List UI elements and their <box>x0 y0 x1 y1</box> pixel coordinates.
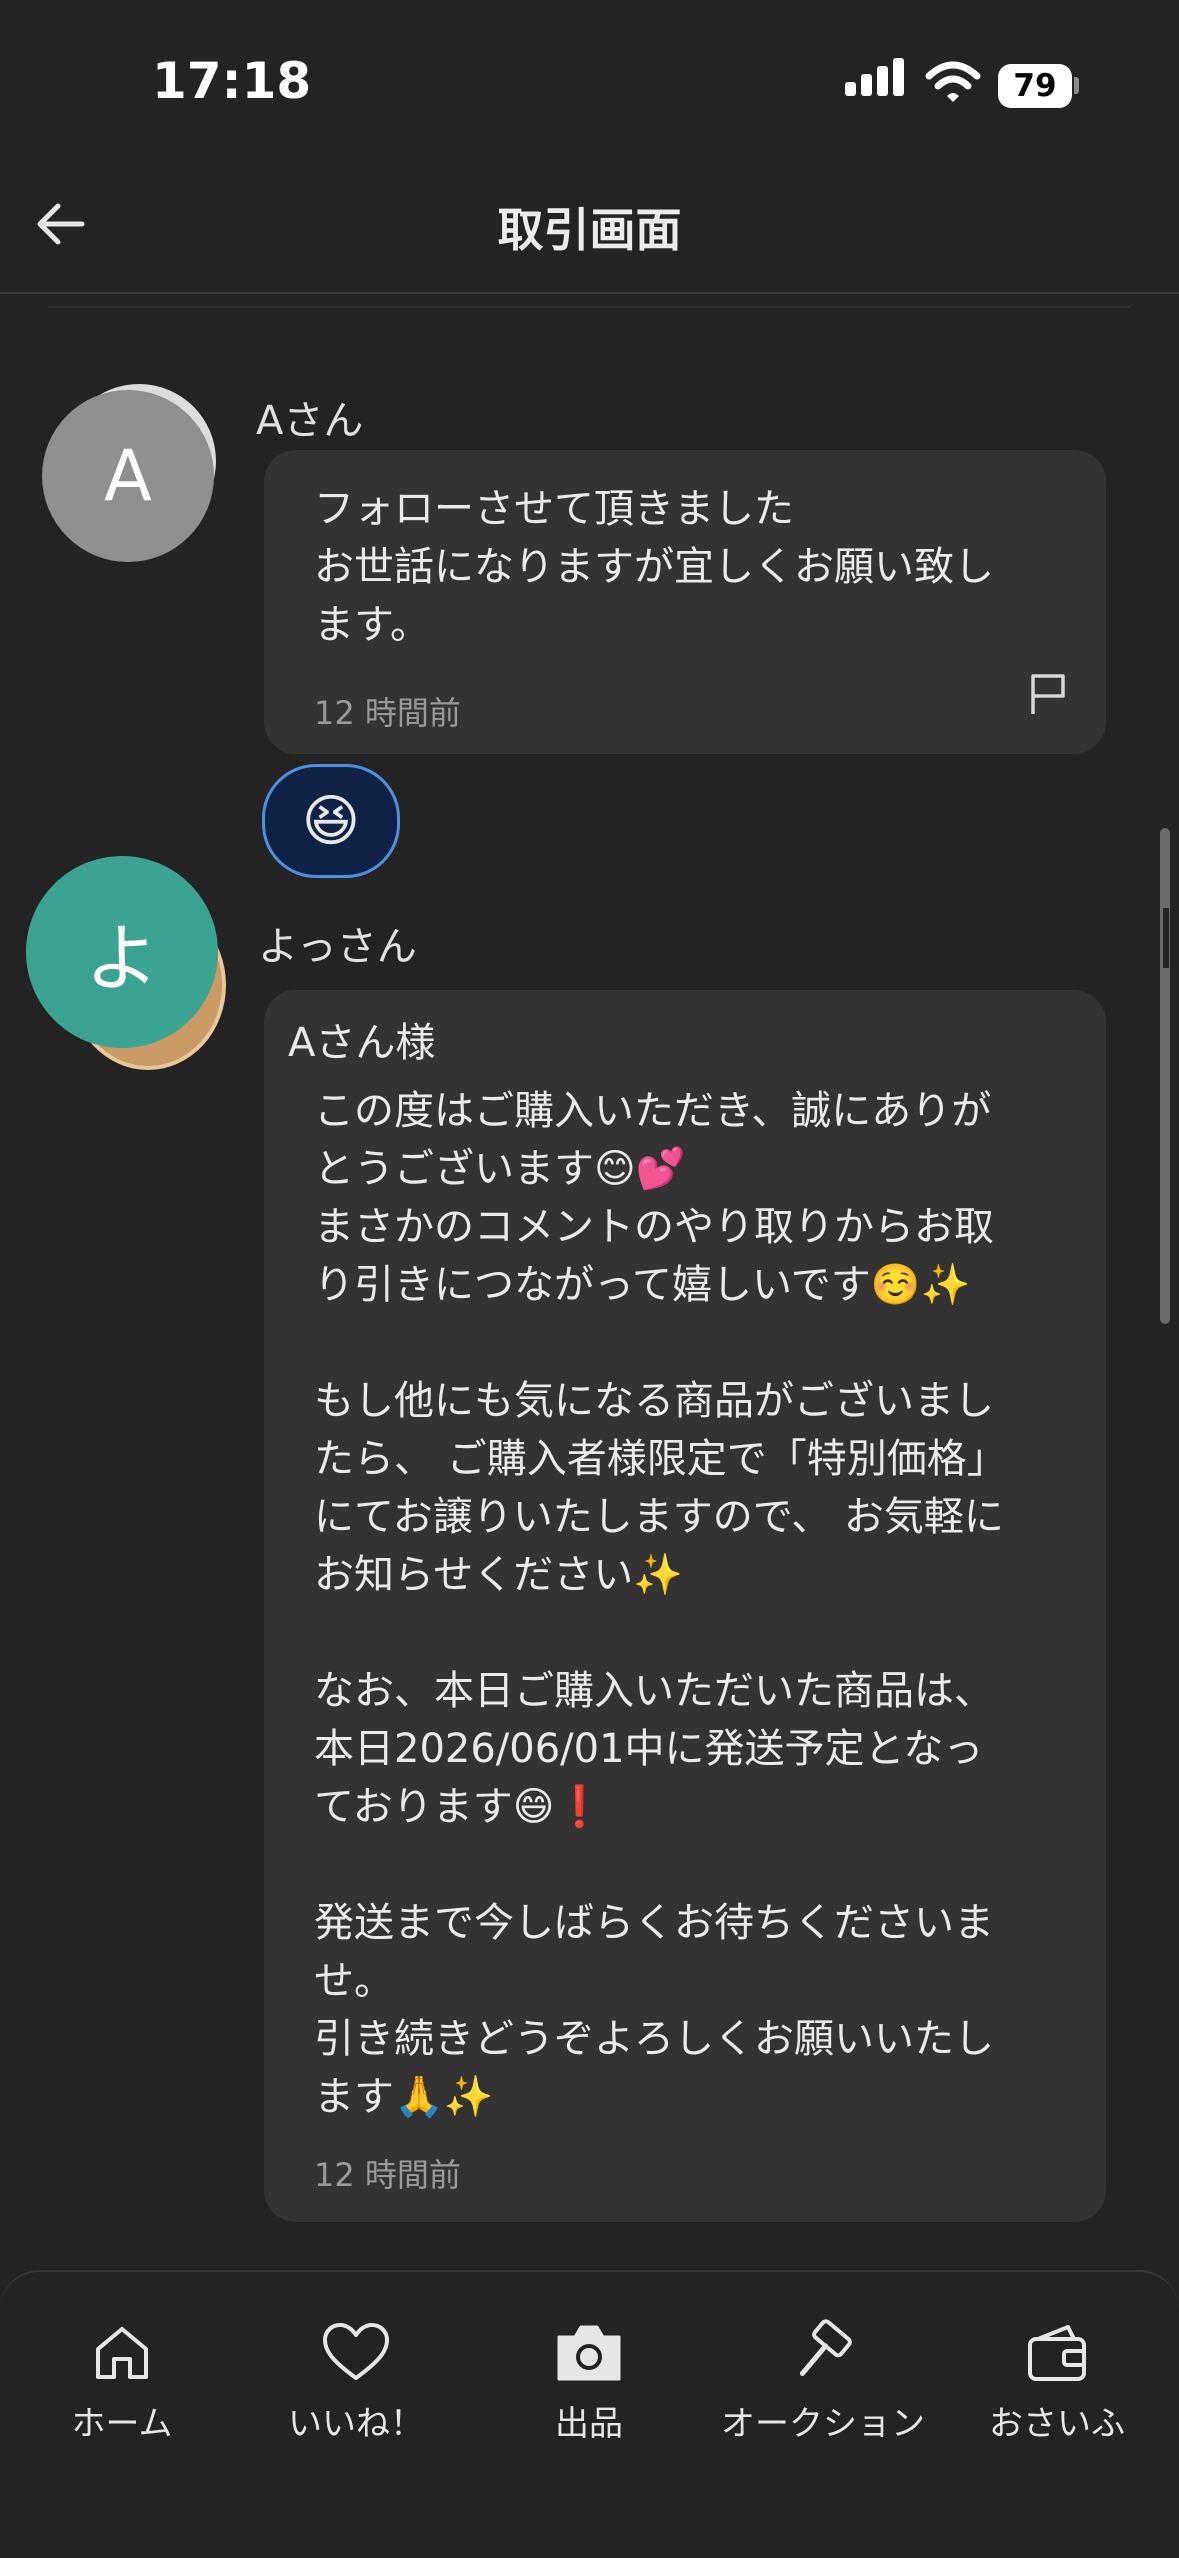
tab-label: おさいふ <box>989 2404 1125 2444</box>
gavel-icon <box>799 2319 852 2377</box>
page-title: 取引画面 <box>497 203 682 257</box>
tab-home[interactable]: ホーム <box>4 2318 240 2445</box>
tab-auction[interactable]: オークション <box>705 2318 941 2445</box>
message-bubble: Aさん様 この度はご購入いただき、誠にありが とうございます😊💕 まさかのコメン… <box>264 990 1106 2222</box>
header-divider-secondary <box>48 306 1130 308</box>
tab-likes[interactable]: いいね！ <box>238 2318 474 2445</box>
tab-wallet[interactable]: おさいふ <box>939 2318 1175 2445</box>
scrollbar-gap <box>1163 908 1169 968</box>
header-divider <box>0 292 1179 294</box>
avatar[interactable]: A <box>42 390 214 562</box>
reaction-badge[interactable]: 😆 <box>262 764 400 878</box>
status-time: 17:18 <box>152 52 312 110</box>
sender-name: よっさん <box>258 924 417 970</box>
tab-label: いいね！ <box>288 2404 424 2444</box>
report-flag-icon[interactable] <box>1028 672 1068 716</box>
message-bubble: フォローさせて頂きました お世話になりますが宜しくお願い致し ます。 12 時間… <box>264 450 1106 754</box>
battery-tip <box>1074 77 1079 94</box>
tab-label: 出品 <box>555 2404 623 2444</box>
message-text: この度はご購入いただき、誠にありが とうございます😊💕 まさかのコメントのやり取… <box>314 1088 1007 2120</box>
message-timestamp: 12 時間前 <box>314 2156 461 2194</box>
heart-icon <box>323 2323 389 2380</box>
wallet-icon <box>1028 2325 1086 2381</box>
battery-indicator: 79 <box>998 64 1072 108</box>
scrollbar[interactable] <box>1160 828 1170 1324</box>
home-icon <box>96 2327 148 2379</box>
tab-label: ホーム <box>71 2404 173 2444</box>
cellular-signal-icon <box>845 58 909 96</box>
wifi-icon <box>925 61 981 102</box>
avatar[interactable]: よ <box>26 856 218 1048</box>
message-text: フォローさせて頂きました お世話になりますが宜しくお願い致し ます。 <box>314 486 994 648</box>
message-timestamp: 12 時間前 <box>314 694 461 732</box>
tab-label: オークション <box>721 2404 925 2444</box>
tab-sell[interactable]: 出品 <box>471 2318 707 2445</box>
message-salutation: Aさん様 <box>288 1020 436 1066</box>
camera-icon <box>557 2325 621 2381</box>
sender-name: Aさん <box>256 398 364 444</box>
